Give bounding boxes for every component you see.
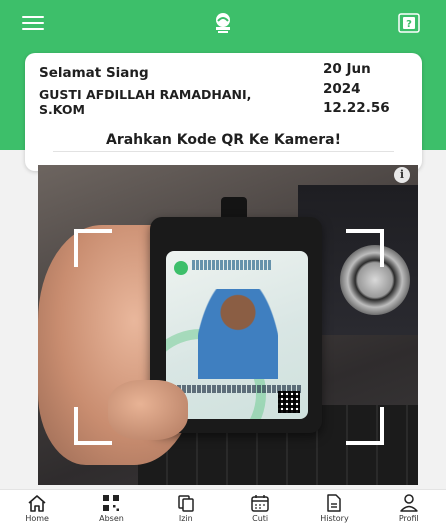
attendance-info-card: Selamat Siang GUSTI AFDILLAH RAMADHANI, … (25, 53, 422, 171)
nav-label: Absen (99, 514, 124, 523)
documents-icon (178, 495, 194, 512)
card-organization-text (192, 260, 272, 270)
scan-instruction: Arahkan Kode QR Ke Kamera! (105, 132, 341, 148)
home-icon (28, 495, 46, 512)
bottom-navigation: Home Absen Izin Cuti History Profil (0, 489, 446, 524)
nav-izin[interactable]: Izin (149, 490, 223, 524)
nav-cuti[interactable]: Cuti (223, 490, 297, 524)
current-time: 12.22.56 (323, 100, 390, 116)
nav-absen[interactable]: Absen (74, 490, 148, 524)
card-photo (198, 289, 278, 379)
camera-preview[interactable]: i (38, 165, 418, 485)
company-logo-icon (213, 12, 233, 34)
greeting-text: Selamat Siang (39, 65, 149, 81)
document-icon (327, 494, 342, 512)
scan-frame-corner-top-right (346, 229, 384, 267)
svg-text:?: ? (406, 19, 412, 30)
nav-label: Home (25, 514, 49, 523)
qr-code-icon (103, 495, 120, 511)
hamburger-menu-icon[interactable] (22, 16, 44, 32)
current-date: 20 Jun 2024 (323, 61, 371, 97)
calendar-icon (251, 495, 269, 512)
thumb (108, 380, 188, 440)
nav-label: Cuti (252, 514, 269, 523)
nav-profil[interactable]: Profil (372, 490, 446, 524)
info-icon[interactable]: i (394, 167, 410, 183)
scan-frame-corner-top-left (74, 229, 112, 267)
user-icon (400, 494, 418, 512)
scan-frame-corner-bottom-right (346, 407, 384, 445)
help-icon[interactable]: ? (398, 13, 420, 33)
employee-id-card (166, 251, 308, 419)
nav-label: Profil (398, 514, 419, 523)
card-logo-icon (174, 261, 188, 275)
card-qr-code (278, 391, 300, 413)
divider (53, 151, 394, 152)
nav-label: Izin (178, 514, 193, 523)
user-name: GUSTI AFDILLAH RAMADHANI, S.KOM (39, 87, 252, 117)
nav-home[interactable]: Home (0, 490, 74, 524)
nav-label: History (320, 514, 349, 523)
scan-frame-corner-bottom-left (74, 407, 112, 445)
nav-history[interactable]: History (297, 490, 371, 524)
